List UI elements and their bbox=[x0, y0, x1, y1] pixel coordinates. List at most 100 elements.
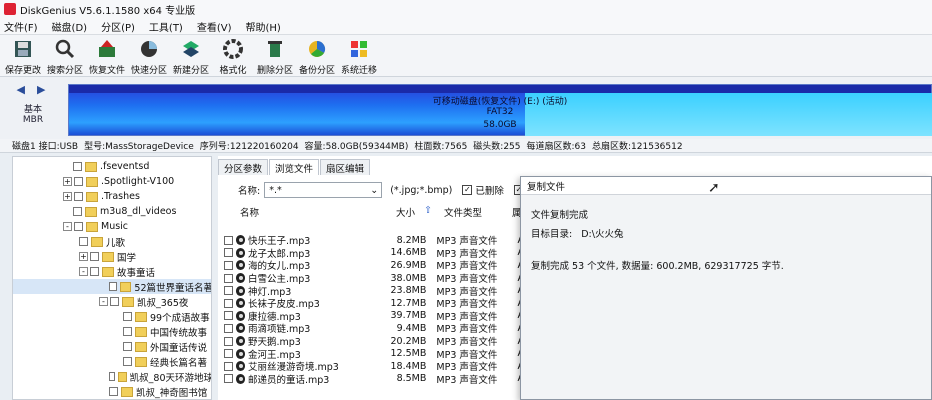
tree-item-checkbox[interactable] bbox=[79, 237, 88, 246]
file-size: 18.4MB bbox=[390, 360, 427, 372]
tree-item[interactable]: + .Trashes bbox=[13, 189, 211, 204]
tree-item[interactable]: + .Spotlight-V100 bbox=[13, 174, 211, 189]
file-checkbox[interactable] bbox=[224, 374, 233, 384]
tree-item[interactable]: m3u8_dl_videos bbox=[13, 204, 211, 219]
file-checkbox[interactable] bbox=[224, 336, 233, 346]
expand-toggle-icon[interactable]: + bbox=[63, 177, 72, 186]
disk-cylinders: 柱面数:7565 bbox=[414, 142, 468, 152]
tab-browse-files[interactable]: 浏览文件 bbox=[269, 159, 320, 175]
file-checkbox[interactable] bbox=[224, 260, 233, 270]
chevron-down-icon[interactable]: ⌄ bbox=[370, 185, 378, 196]
tree-item[interactable]: 外国童话传说 bbox=[13, 339, 211, 354]
file-row[interactable]: 康拉德.mp339.7MBMP3 声音文件A bbox=[224, 310, 524, 323]
tree-item[interactable]: 99个成语故事 bbox=[13, 309, 211, 324]
audio-file-icon bbox=[235, 235, 245, 246]
file-row[interactable]: 邮递员的童话.mp38.5MBMP3 声音文件A bbox=[224, 373, 524, 386]
expand-toggle-icon[interactable]: - bbox=[79, 267, 88, 276]
tree-item[interactable]: 52篇世界童话名著 bbox=[13, 279, 211, 294]
tree-item-checkbox[interactable] bbox=[74, 177, 83, 186]
tree-item-checkbox[interactable] bbox=[74, 192, 83, 201]
file-row[interactable]: 雨滴项链.mp39.4MBMP3 声音文件A bbox=[224, 322, 524, 335]
menu-disk[interactable]: 磁盘(D) bbox=[52, 19, 88, 34]
tree-item[interactable]: 中国传统故事 bbox=[13, 324, 211, 339]
file-checkbox[interactable] bbox=[224, 235, 233, 245]
file-row[interactable]: 快乐王子.mp38.2MBMP3 声音文件A bbox=[224, 234, 524, 247]
tree-item[interactable]: - 凯叔_365夜 bbox=[13, 294, 211, 309]
name-filter-input[interactable]: *.* ⌄ bbox=[264, 182, 383, 198]
tab-sector-edit[interactable]: 扇区编辑 bbox=[320, 159, 371, 175]
expand-toggle-icon[interactable]: - bbox=[99, 297, 108, 306]
system-migrate-button[interactable]: 系统迁移 bbox=[338, 35, 380, 77]
delete-icon bbox=[263, 37, 287, 61]
tree-item-checkbox[interactable] bbox=[73, 207, 82, 216]
tree-item[interactable]: 凯叔_80天环游地球 bbox=[13, 369, 211, 384]
column-size[interactable]: 大小 bbox=[396, 205, 415, 219]
menu-view[interactable]: 查看(V) bbox=[197, 19, 232, 34]
tree-item[interactable]: 凯叔_神奇图书馆 bbox=[13, 384, 211, 399]
tree-item-checkbox[interactable] bbox=[109, 387, 118, 396]
tree-item-checkbox[interactable] bbox=[123, 357, 132, 366]
deleted-checkbox[interactable]: ✓ bbox=[462, 185, 473, 195]
file-checkbox[interactable] bbox=[224, 323, 233, 333]
column-type[interactable]: 文件类型 bbox=[444, 205, 482, 219]
quick-partition-button[interactable]: 快速分区 bbox=[128, 35, 170, 77]
expand-toggle-icon[interactable]: + bbox=[79, 252, 88, 261]
menu-partition[interactable]: 分区(P) bbox=[101, 19, 135, 34]
tree-item[interactable]: 儿歌 bbox=[13, 234, 211, 249]
tree-item-checkbox[interactable] bbox=[123, 312, 132, 321]
file-checkbox[interactable] bbox=[224, 286, 233, 296]
tree-item-checkbox[interactable] bbox=[123, 327, 132, 336]
file-checkbox[interactable] bbox=[224, 349, 233, 359]
delete-partition-button[interactable]: 删除分区 bbox=[254, 35, 296, 77]
file-row[interactable]: 长袜子皮皮.mp312.7MBMP3 声音文件A bbox=[224, 297, 524, 310]
expand-toggle-icon[interactable]: + bbox=[63, 192, 72, 201]
backup-partition-button[interactable]: 备份分区 bbox=[296, 35, 338, 77]
tree-item[interactable]: .fseventsd bbox=[13, 159, 211, 174]
file-checkbox[interactable] bbox=[224, 361, 233, 371]
column-name[interactable]: 名称 bbox=[240, 205, 259, 219]
folder-icon bbox=[86, 176, 98, 187]
file-row[interactable]: 金河王.mp312.5MBMP3 声音文件A bbox=[224, 347, 524, 361]
tree-item-checkbox[interactable] bbox=[123, 342, 132, 351]
file-row[interactable]: 神灯.mp323.8MBMP3 声音文件A bbox=[224, 284, 524, 298]
disk-nav-arrows[interactable]: ◀▶ bbox=[0, 83, 66, 96]
save-button[interactable]: 保存更改 bbox=[2, 35, 44, 77]
partition-bar[interactable]: 可移动磁盘(恢复文件) (E:) (活动) FAT32 58.0GB bbox=[68, 84, 932, 136]
file-row[interactable]: 海的女儿.mp326.9MBMP3 声音文件A bbox=[224, 259, 524, 272]
tree-item-checkbox[interactable] bbox=[74, 222, 83, 231]
file-row[interactable]: 白雪公主.mp338.0MBMP3 声音文件A bbox=[224, 272, 524, 285]
deleted-label: 已删除 bbox=[475, 186, 504, 197]
tree-item[interactable]: - 故事童话 bbox=[13, 264, 211, 279]
file-checkbox[interactable] bbox=[224, 273, 233, 283]
tree-item[interactable]: - Music bbox=[13, 219, 211, 234]
tree-item-checkbox[interactable] bbox=[90, 252, 99, 261]
tree-item-checkbox[interactable] bbox=[90, 267, 99, 276]
tab-partition-params[interactable]: 分区参数 bbox=[218, 159, 269, 175]
menu-tools[interactable]: 工具(T) bbox=[149, 19, 183, 34]
tree-item-checkbox[interactable] bbox=[109, 372, 116, 381]
file-checkbox[interactable] bbox=[224, 298, 233, 308]
folder-tree[interactable]: .fseventsd + .Spotlight-V100 + .Trashes m3u8_… bbox=[12, 156, 212, 400]
menu-file[interactable]: 文件(F) bbox=[4, 19, 38, 34]
expand-toggle-icon[interactable]: - bbox=[63, 222, 72, 231]
tree-item-checkbox[interactable] bbox=[109, 282, 118, 291]
search-partition-button[interactable]: 搜索分区 bbox=[44, 35, 86, 77]
file-row[interactable]: 艾丽丝漫游奇境.mp318.4MBMP3 声音文件A bbox=[224, 360, 524, 373]
file-row[interactable]: 龙子太郎.mp314.6MBMP3 声音文件A bbox=[224, 247, 524, 260]
tree-item[interactable]: + 国学 bbox=[13, 249, 211, 264]
tree-item-checkbox[interactable] bbox=[110, 297, 119, 306]
file-checkbox[interactable] bbox=[224, 248, 233, 258]
menu-help[interactable]: 帮助(H) bbox=[246, 19, 281, 34]
format-button[interactable]: 格式化 bbox=[212, 35, 254, 77]
name-filter-value: *.* bbox=[269, 184, 282, 196]
new-partition-button[interactable]: 新建分区 bbox=[170, 35, 212, 77]
tree-item-checkbox[interactable] bbox=[73, 162, 82, 171]
disk-serial: 序列号:121220160204 bbox=[199, 142, 299, 152]
folder-icon bbox=[102, 266, 114, 277]
recover-files-button[interactable]: 恢复文件 bbox=[86, 35, 128, 77]
tree-item[interactable]: 经典长篇名著 bbox=[13, 354, 211, 369]
file-row[interactable]: 野天鹅.mp320.2MBMP3 声音文件A bbox=[224, 335, 524, 348]
target-directory: 目标目录: D:\火火兔 bbox=[531, 226, 623, 240]
file-checkbox[interactable] bbox=[224, 311, 233, 321]
audio-file-icon bbox=[235, 298, 245, 309]
